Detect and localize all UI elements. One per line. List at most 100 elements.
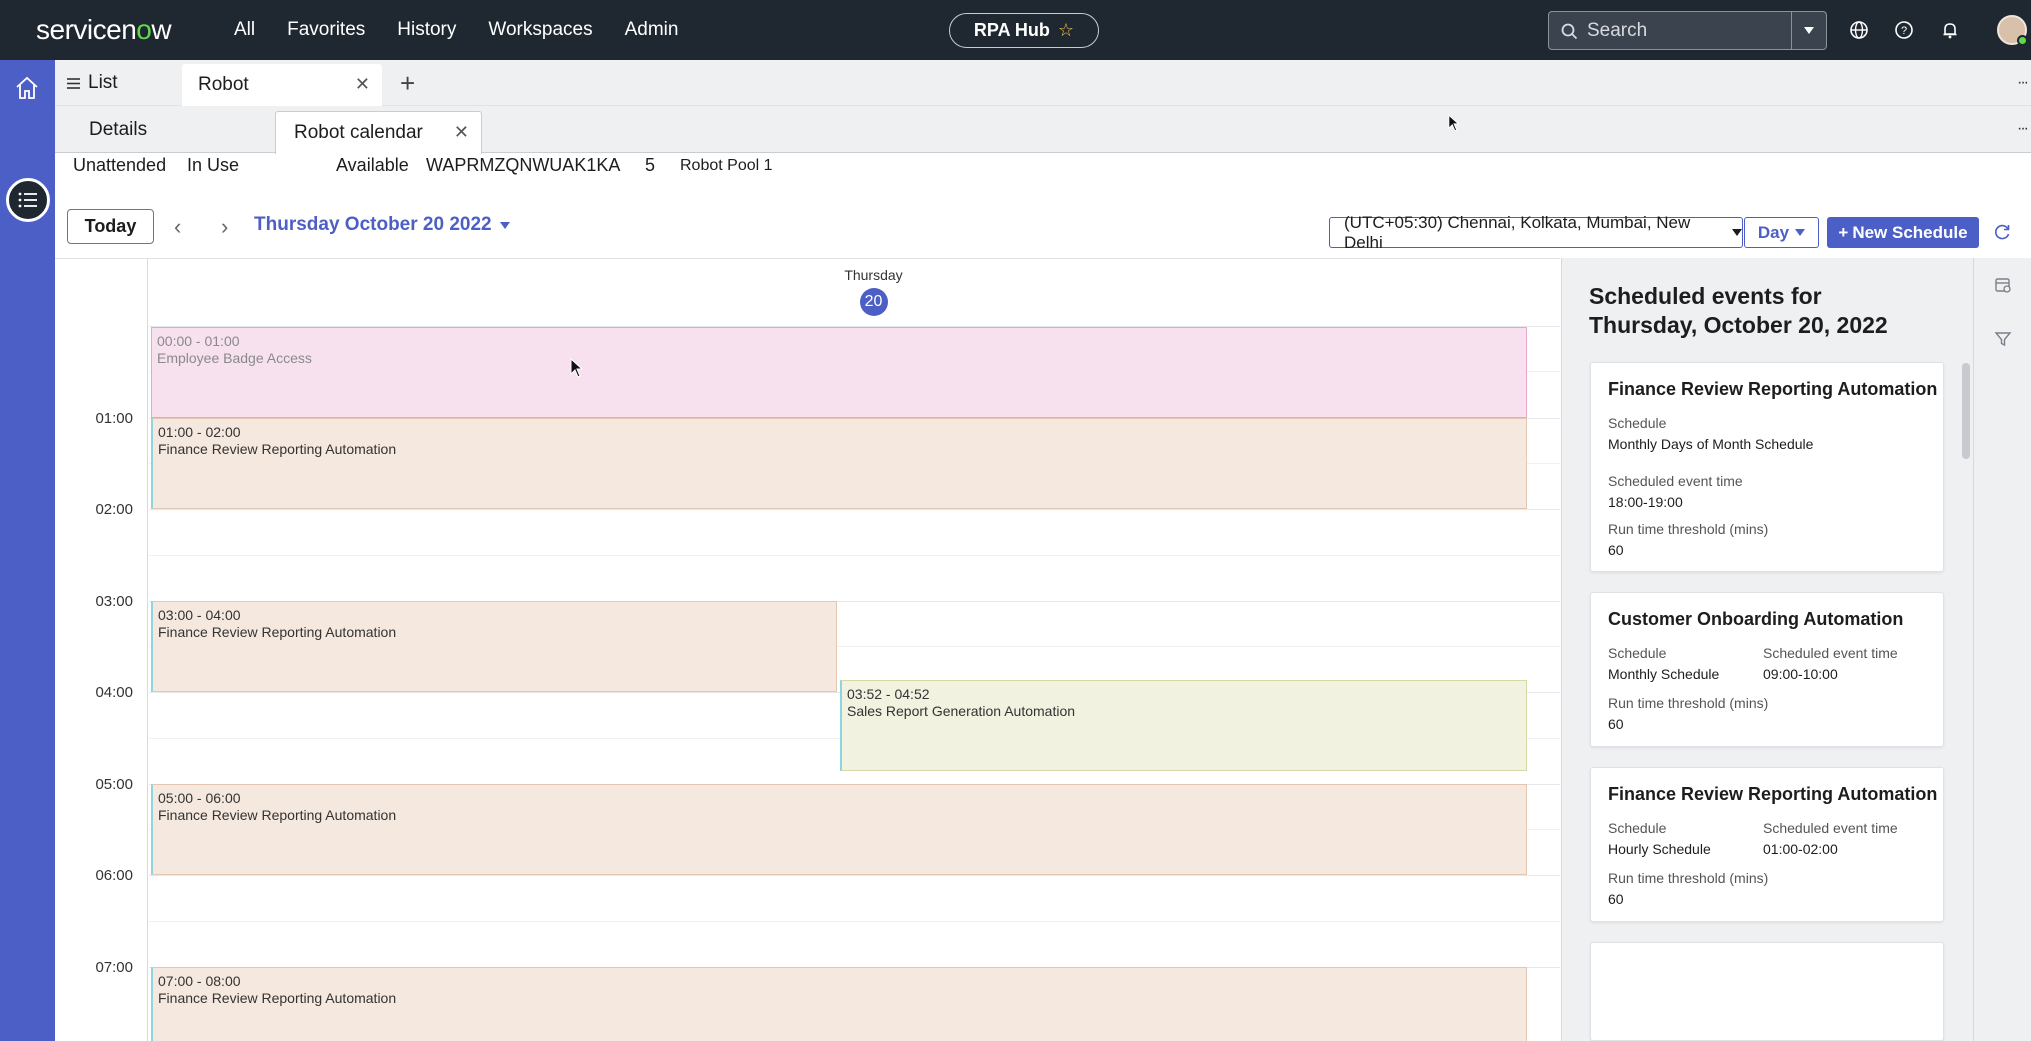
- top-navigation: servicenow All Favorites History Workspa…: [0, 0, 2031, 60]
- tab-list-label: List: [88, 72, 118, 93]
- view-select[interactable]: Day: [1744, 217, 1819, 248]
- timezone-select[interactable]: (UTC+05:30) Chennai, Kolkata, Mumbai, Ne…: [1329, 213, 1743, 252]
- rpa-hub-label: RPA Hub: [973, 20, 1050, 40]
- tab-robot[interactable]: Robot ✕: [182, 64, 382, 106]
- event-time: 07:00 - 08:00: [158, 973, 241, 989]
- logo-text: servicen: [36, 14, 137, 45]
- schedule-value: Hourly Schedule: [1608, 841, 1711, 857]
- more-options-icon[interactable]: ···: [2017, 120, 2029, 138]
- hour-label: 03:00: [95, 593, 133, 610]
- tab-details[interactable]: Details: [89, 106, 147, 153]
- chevron-right-icon[interactable]: ›: [221, 214, 228, 240]
- time-value: 09:00-10:00: [1763, 666, 1838, 682]
- event-card[interactable]: Customer Onboarding Automation Schedule …: [1590, 592, 1944, 747]
- list-menu-button[interactable]: [6, 178, 50, 222]
- nav-favorites[interactable]: Favorites: [287, 19, 365, 41]
- day-calendar: 01:00 02:00 03:00 04:00 05:00 06:00 07:0…: [55, 258, 1560, 1041]
- nav-admin[interactable]: Admin: [625, 19, 679, 41]
- event-card[interactable]: Finance Review Reporting Automation Sche…: [1590, 767, 1944, 922]
- close-tab-icon[interactable]: ✕: [355, 74, 370, 95]
- new-schedule-button[interactable]: + New Schedule: [1827, 217, 1979, 248]
- robot-status: In Use: [187, 155, 240, 175]
- threshold-label: Run time threshold (mins): [1608, 521, 1769, 537]
- hour-label: 06:00: [95, 867, 133, 884]
- search-placeholder: Search: [1587, 19, 1648, 41]
- calendar-event[interactable]: 03:00 - 04:00 Finance Review Reporting A…: [151, 601, 837, 692]
- day-number[interactable]: 20: [859, 288, 888, 316]
- filter-icon[interactable]: [1994, 330, 2012, 348]
- svg-text:?: ?: [1901, 25, 1907, 37]
- calendar-event[interactable]: 00:00 - 01:00 Employee Badge Access: [151, 327, 1527, 418]
- calendar-event[interactable]: 01:00 - 02:00 Finance Review Reporting A…: [151, 418, 1527, 509]
- time-column: 01:00 02:00 03:00 04:00 05:00 06:00 07:0…: [55, 259, 148, 1041]
- tab-robot-calendar[interactable]: Robot calendar ✕: [275, 111, 482, 154]
- nav-workspaces[interactable]: Workspaces: [488, 19, 592, 41]
- robot-pool: Robot Pool 1: [680, 157, 773, 174]
- date-picker[interactable]: Thursday October 20 2022: [254, 214, 510, 236]
- event-time: 03:52 - 04:52: [847, 686, 930, 702]
- calendar-event[interactable]: 05:00 - 06:00 Finance Review Reporting A…: [151, 784, 1527, 875]
- hour-label: 02:00: [95, 501, 133, 518]
- threshold-label: Run time threshold (mins): [1608, 870, 1769, 886]
- close-tab-icon[interactable]: ✕: [454, 122, 469, 143]
- nav-history[interactable]: History: [397, 19, 456, 41]
- hour-label: 07:00: [95, 959, 133, 976]
- more-options-icon[interactable]: ···: [2017, 74, 2029, 92]
- time-value: 18:00-19:00: [1608, 494, 1683, 510]
- tab-list[interactable]: List: [67, 60, 118, 106]
- notifications-bell-icon[interactable]: [1939, 19, 1961, 41]
- primary-tab-bar: List Robot ✕ + ···: [55, 60, 2031, 106]
- global-search-input[interactable]: Search: [1548, 11, 1792, 50]
- panel-scrollbar-thumb[interactable]: [1962, 363, 1970, 459]
- event-time: 05:00 - 06:00: [158, 790, 241, 806]
- event-card-partial[interactable]: [1590, 942, 1944, 1041]
- threshold-label: Run time threshold (mins): [1608, 695, 1769, 711]
- card-title: Customer Onboarding Automation: [1608, 609, 1904, 629]
- time-label: Scheduled event time: [1608, 473, 1743, 489]
- refresh-icon[interactable]: [1992, 222, 2012, 242]
- schedule-label: Schedule: [1608, 415, 1667, 431]
- event-time: 00:00 - 01:00: [157, 333, 240, 349]
- secondary-tab-bar: Details Robot calendar ✕ ···: [55, 106, 2031, 154]
- servicenow-logo[interactable]: servicenow: [36, 14, 172, 46]
- home-icon[interactable]: [14, 75, 40, 101]
- time-value: 01:00-02:00: [1763, 841, 1838, 857]
- search-icon: [1561, 23, 1578, 40]
- globe-icon[interactable]: [1848, 19, 1870, 41]
- schedule-value: Monthly Days of Month Schedule: [1608, 436, 1814, 452]
- user-avatar[interactable]: [1997, 15, 2028, 46]
- calendar-event[interactable]: 03:52 - 04:52 Sales Report Generation Au…: [840, 680, 1527, 771]
- time-label: Scheduled event time: [1763, 820, 1898, 836]
- event-time: 01:00 - 02:00: [158, 424, 241, 440]
- favorite-star-icon[interactable]: ☆: [1058, 20, 1074, 41]
- rpa-hub-title[interactable]: RPA Hub ☆: [949, 13, 1099, 48]
- nav-all[interactable]: All: [234, 19, 255, 41]
- card-title: Finance Review Reporting Automation: [1608, 379, 1938, 399]
- time-label: Scheduled event time: [1763, 645, 1898, 661]
- event-time: 03:00 - 04:00: [158, 607, 241, 623]
- day-name: Thursday: [844, 267, 903, 283]
- new-schedule-label: New Schedule: [1852, 222, 1968, 242]
- add-tab-icon[interactable]: +: [400, 68, 415, 99]
- help-icon[interactable]: ?: [1893, 19, 1915, 41]
- event-title: Finance Review Reporting Automation: [158, 990, 397, 1006]
- event-card[interactable]: Finance Review Reporting Automation Sche…: [1590, 362, 1944, 572]
- hour-label: 01:00: [95, 410, 133, 427]
- threshold-value: 60: [1608, 542, 1624, 558]
- schedule-label: Schedule: [1608, 645, 1667, 661]
- threshold-value: 60: [1608, 716, 1624, 732]
- nav-menu: All Favorites History Workspaces Admin: [234, 0, 710, 60]
- hour-label: 05:00: [95, 776, 133, 793]
- tab-details-label: Details: [89, 118, 148, 140]
- caret-down-icon: [1804, 27, 1814, 34]
- caret-down-icon: [1732, 229, 1742, 236]
- today-button[interactable]: Today: [67, 209, 154, 244]
- event-title: Finance Review Reporting Automation: [158, 624, 397, 640]
- half-hour-line: [149, 555, 1560, 556]
- search-scope-dropdown[interactable]: [1791, 11, 1827, 50]
- plus-icon: +: [1838, 222, 1849, 242]
- chevron-left-icon[interactable]: ‹: [174, 214, 181, 240]
- calendar-settings-icon[interactable]: [1994, 276, 2012, 294]
- tab-robot-calendar-label: Robot calendar: [294, 122, 423, 143]
- calendar-event[interactable]: 07:00 - 08:00 Finance Review Reporting A…: [151, 967, 1527, 1041]
